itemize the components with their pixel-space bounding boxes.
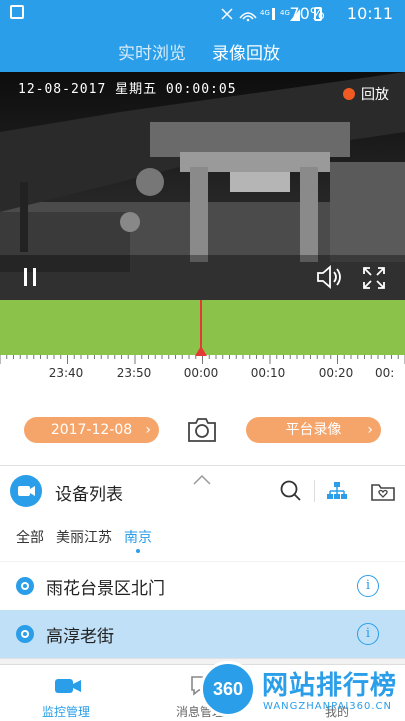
tick-label: 23:40 xyxy=(48,366,84,380)
watermark-logo: 360 xyxy=(200,661,256,717)
filter-nanjing[interactable]: 南京 xyxy=(124,527,152,547)
device-list-title: 设备列表 xyxy=(55,485,123,505)
gallery-icon xyxy=(10,5,24,19)
active-filter-indicator xyxy=(136,549,140,553)
search-icon[interactable] xyxy=(279,479,303,503)
video-camera-icon xyxy=(10,475,42,507)
recording-dot-icon xyxy=(343,88,355,100)
svg-text:4G: 4G xyxy=(280,9,290,17)
chevron-right-icon: › xyxy=(367,422,373,438)
tick-label: 00: xyxy=(375,366,395,380)
status-bar: 70% 10:11 4G 4G xyxy=(0,0,405,28)
tick-label: 00:20 xyxy=(318,366,354,380)
info-icon[interactable]: i xyxy=(357,575,379,597)
camera-snapshot-icon[interactable] xyxy=(186,416,218,444)
divider xyxy=(314,480,315,502)
watermark: 360 网站排行榜 WANGZHANPAI360.CN xyxy=(200,655,405,720)
camera-device-icon xyxy=(16,625,34,643)
tick-label: 00:00 xyxy=(183,366,219,380)
device-name: 高淳老街 xyxy=(46,627,114,647)
tab-live-view[interactable]: 实时浏览 xyxy=(118,39,186,64)
watermark-title: 网站排行榜 xyxy=(262,671,398,701)
tick-label: 00:10 xyxy=(250,366,286,380)
organization-tree-icon[interactable] xyxy=(326,480,348,502)
svg-text:4G: 4G xyxy=(260,9,270,17)
camera-device-icon xyxy=(16,577,34,595)
fullscreen-icon[interactable] xyxy=(362,266,386,290)
favorites-folder-icon[interactable] xyxy=(370,480,396,502)
device-row-selected[interactable]: 高淳老街 i xyxy=(0,610,405,659)
info-icon[interactable]: i xyxy=(357,623,379,645)
device-name: 雨花台景区北门 xyxy=(46,579,165,599)
chevron-right-icon: › xyxy=(145,422,151,438)
tab-playback[interactable]: 录像回放 xyxy=(212,39,280,64)
watermark-badge: 360 xyxy=(212,679,244,699)
pause-icon[interactable] xyxy=(22,267,38,287)
tick-label: 23:50 xyxy=(116,366,152,380)
filter-jiangsu[interactable]: 美丽江苏 xyxy=(56,527,112,547)
video-controls xyxy=(0,255,405,300)
date-label: 2017-12-08 xyxy=(50,422,133,438)
date-picker-button[interactable]: 2017-12-08 › xyxy=(24,417,159,443)
playback-badge-label: 回放 xyxy=(361,87,389,103)
device-row[interactable]: 雨花台景区北门 i xyxy=(0,562,405,611)
volume-icon[interactable] xyxy=(315,265,343,289)
monitor-camera-icon[interactable] xyxy=(54,676,82,696)
platform-record-label: 平台录像 xyxy=(285,422,342,438)
watermark-subtext: WANGZHANPAI360.CN xyxy=(263,701,393,712)
chevron-up-icon[interactable] xyxy=(192,474,212,486)
osd-datetime: 12-08-2017 星期五 00:00:05 xyxy=(18,82,237,97)
platform-record-button[interactable]: 平台录像 › xyxy=(246,417,381,443)
battery-icon xyxy=(314,7,322,21)
playback-badge: 回放 xyxy=(343,84,389,104)
device-list-header: 设备列表 xyxy=(0,465,405,517)
nav-monitor[interactable]: 监控管理 xyxy=(42,703,90,720)
header: 实时浏览 录像回放 xyxy=(0,28,405,72)
signal-icons: 4G 4G xyxy=(221,8,300,22)
clock: 10:11 xyxy=(346,4,393,23)
playhead-marker-icon xyxy=(195,346,207,356)
filter-all[interactable]: 全部 xyxy=(16,527,44,547)
